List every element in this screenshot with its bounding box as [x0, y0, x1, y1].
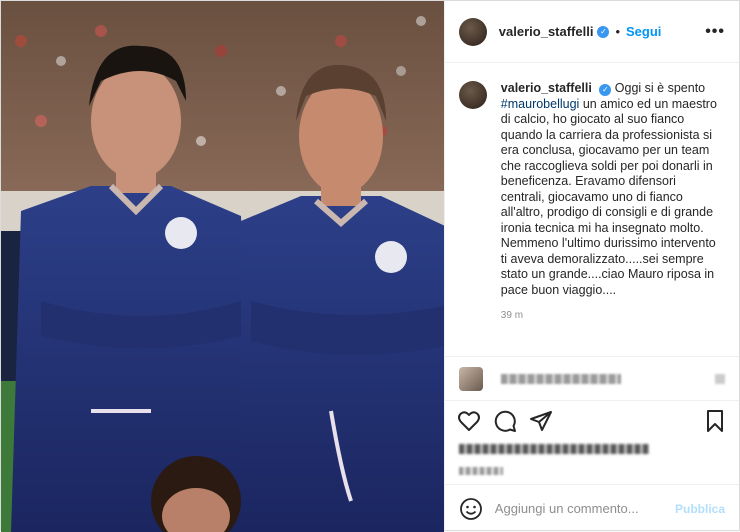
blurred-comment [444, 356, 739, 400]
caption-text: valerio_staffelli ✓ Oggi si è spento #ma… [501, 81, 721, 298]
instagram-post: valerio_staffelli ✓ • Segui ••• valerio_… [0, 0, 740, 532]
blurred-date [445, 458, 739, 484]
avatar[interactable] [458, 17, 487, 46]
verified-icon: ✓ [597, 25, 610, 38]
caption-time: 39 m [500, 310, 524, 321]
caption-body: un amico ed un maestro di calcio, ho gio… [500, 96, 717, 297]
caption-avatar[interactable] [458, 81, 487, 109]
caption-row: valerio_staffelli ✓ Oggi si è spento #ma… [458, 81, 725, 298]
post-photo[interactable] [1, 1, 444, 532]
caption-verified-icon: ✓ [599, 84, 612, 96]
publish-button[interactable]: Pubblica [675, 502, 725, 516]
add-comment-bar: Pubblica [444, 484, 739, 532]
caption-lead: Oggi si è spento [614, 81, 706, 95]
post-image [1, 1, 444, 532]
blurred-comment-text [500, 373, 621, 384]
more-icon[interactable]: ••• [705, 23, 725, 41]
blurred-likes [445, 440, 739, 458]
comment-input[interactable] [494, 501, 665, 516]
caption-username[interactable]: valerio_staffelli [501, 81, 592, 95]
header-separator: • [615, 24, 621, 39]
comment-icon[interactable] [493, 409, 517, 433]
hashtag-link[interactable]: #maurobellugi [501, 97, 580, 111]
blurred-date-text [458, 467, 503, 475]
emoji-icon[interactable] [459, 497, 483, 521]
share-icon[interactable] [529, 409, 553, 433]
header-username[interactable]: valerio_staffelli [499, 24, 594, 39]
post-header: valerio_staffelli ✓ • Segui ••• [444, 1, 739, 63]
blurred-likes-text [458, 444, 649, 454]
comments-area: valerio_staffelli ✓ Oggi si è spento #ma… [445, 63, 739, 356]
blurred-heart-icon [715, 373, 725, 384]
blurred-avatar [458, 366, 483, 391]
post-side-panel: valerio_staffelli ✓ • Segui ••• valerio_… [443, 1, 739, 532]
action-bar [444, 400, 739, 440]
bookmark-icon[interactable] [703, 409, 727, 433]
follow-button[interactable]: Segui [626, 24, 661, 39]
heart-icon[interactable] [457, 409, 481, 433]
